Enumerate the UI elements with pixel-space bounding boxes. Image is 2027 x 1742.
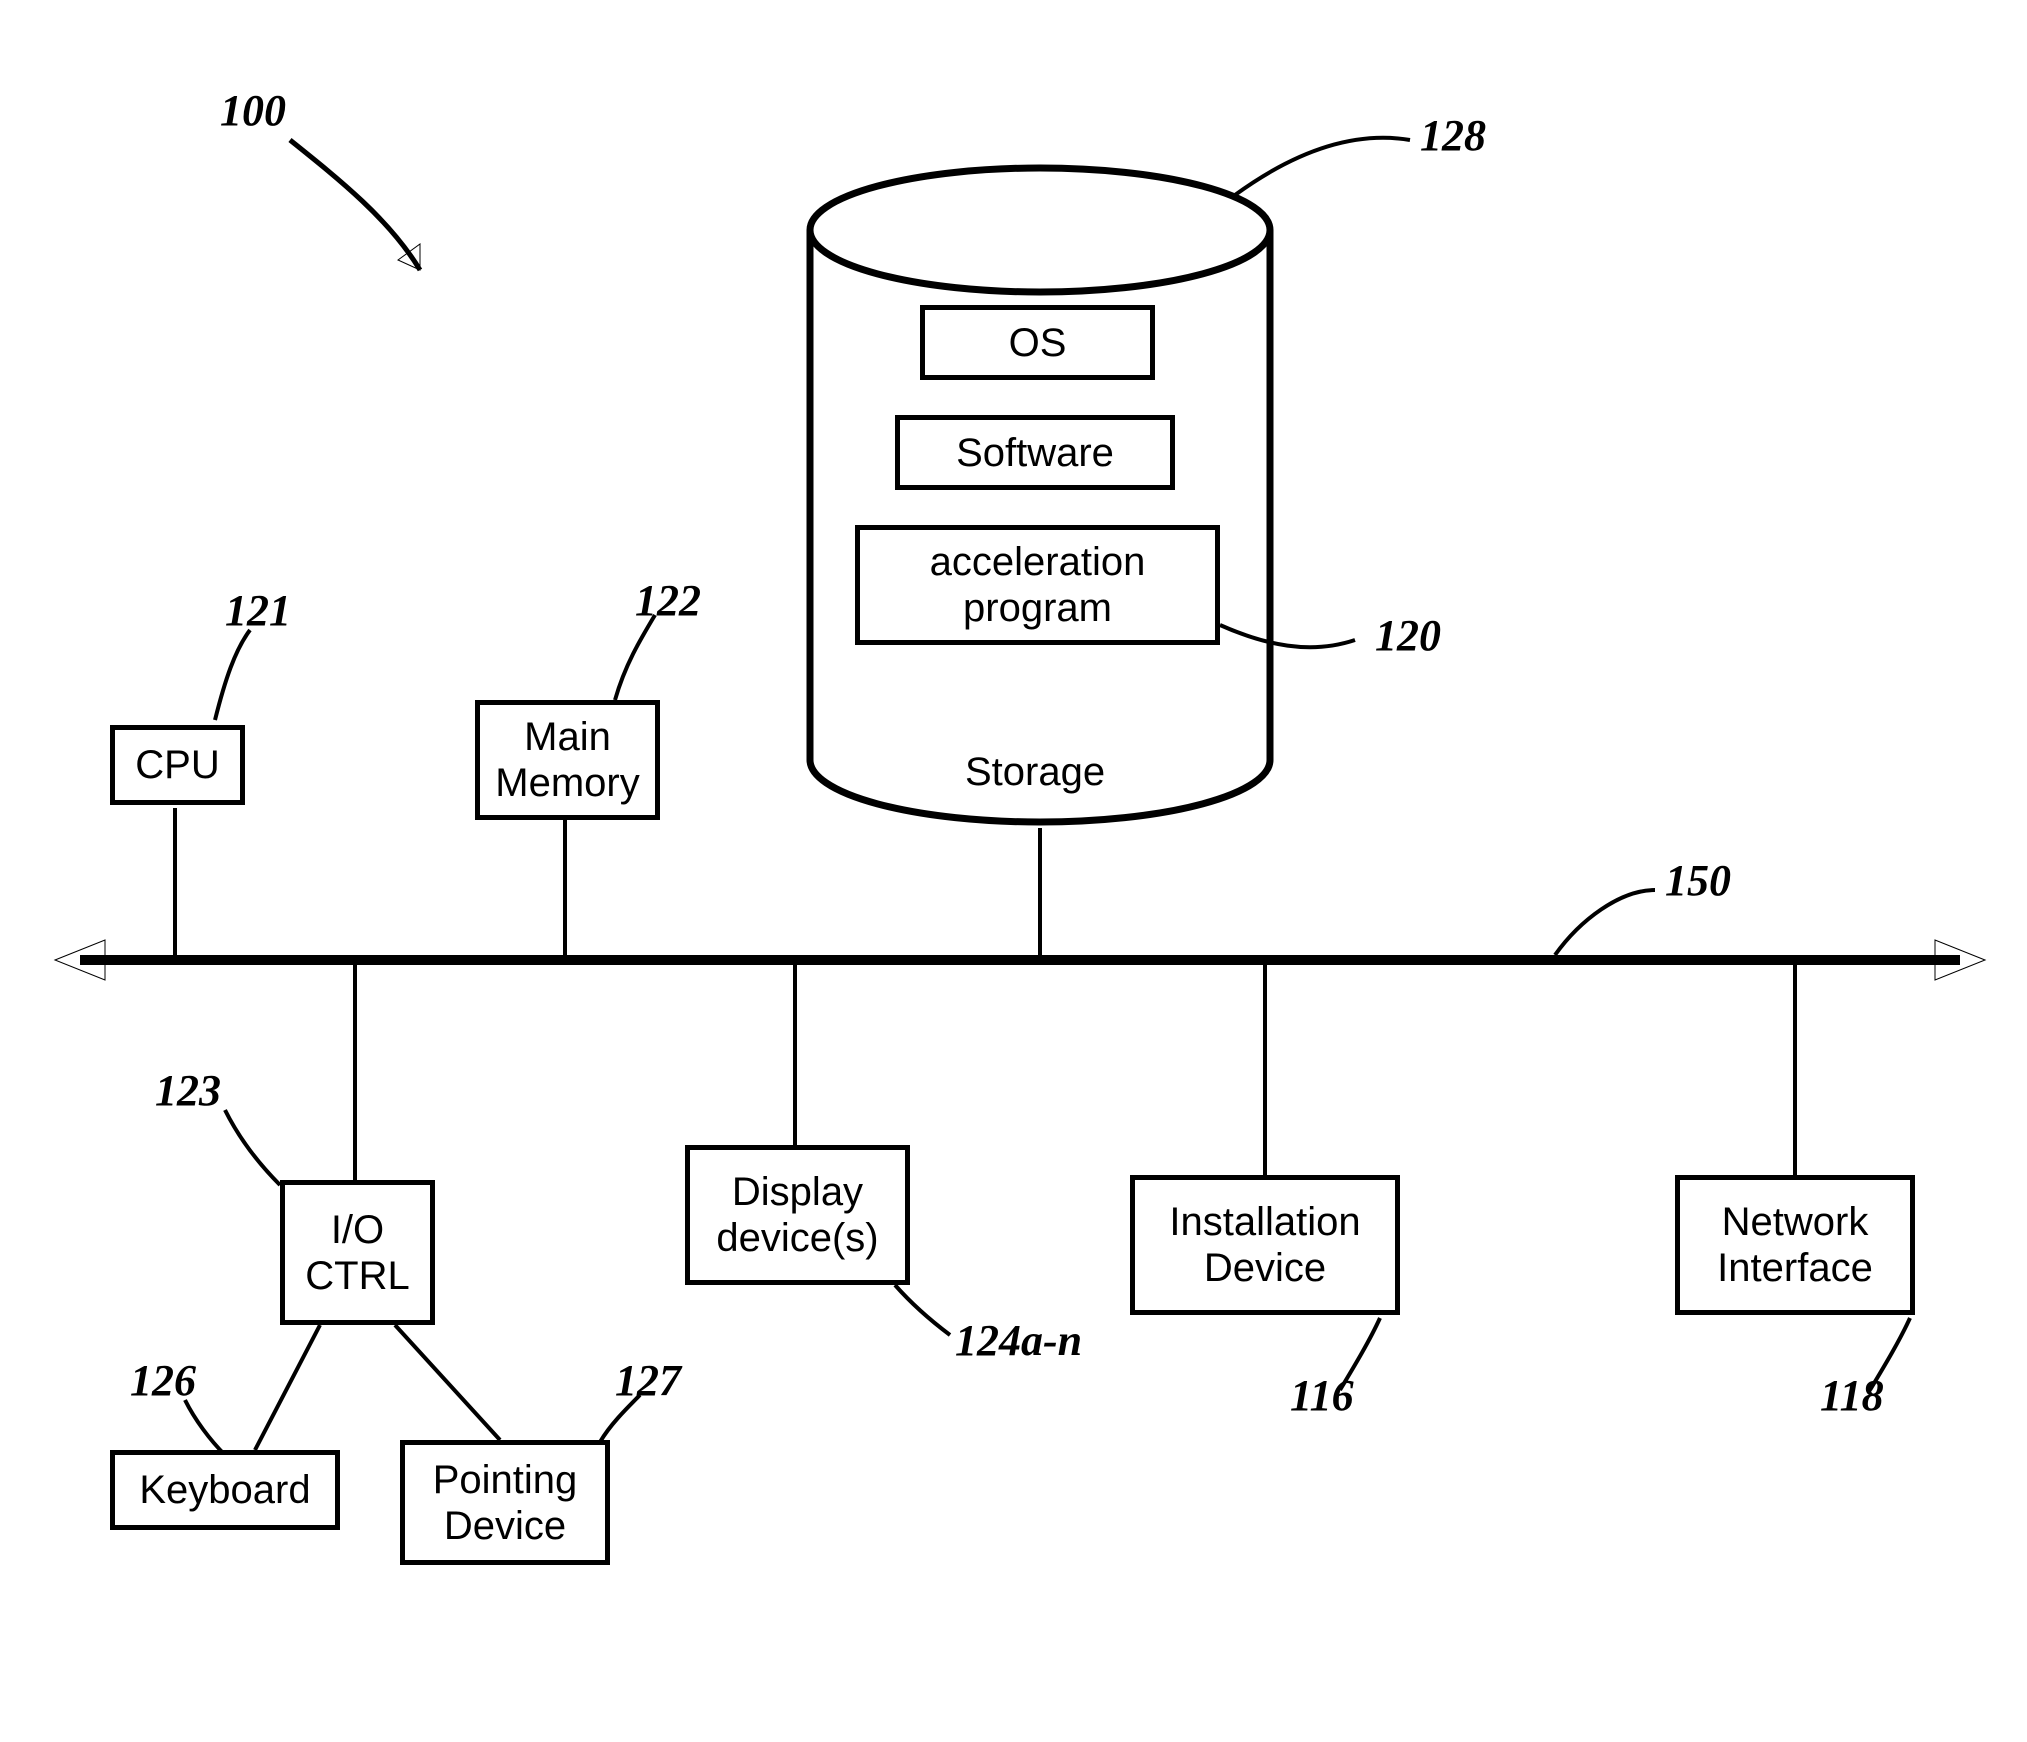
ref-128: 128 [1420,110,1486,161]
pointing-box: Pointing Device [400,1440,610,1565]
memory-label: Main Memory [495,714,639,806]
ioctrl-label: I/O CTRL [305,1207,409,1299]
ref-123: 123 [155,1065,221,1116]
display-label: Display device(s) [716,1169,878,1261]
network-label: Network Interface [1717,1199,1873,1291]
ioctrl-box: I/O CTRL [280,1180,435,1325]
storage-software-box: Software [895,415,1175,490]
ref-116: 116 [1290,1370,1354,1421]
ref-118: 118 [1820,1370,1884,1421]
ref-124an: 124a-n [955,1315,1082,1366]
ref-126: 126 [130,1355,196,1406]
install-box: Installation Device [1130,1175,1400,1315]
storage-os-label: OS [1009,320,1067,366]
ref-121: 121 [225,585,291,636]
ref-150: 150 [1665,855,1731,906]
ref-127: 127 [615,1355,681,1406]
storage-os-box: OS [920,305,1155,380]
storage-accel-label: acceleration program [930,539,1146,631]
ref-122: 122 [635,575,701,626]
keyboard-box: Keyboard [110,1450,340,1530]
ref-100: 100 [220,85,286,136]
storage-label: Storage [965,750,1105,795]
cpu-box: CPU [110,725,245,805]
display-box: Display device(s) [685,1145,910,1285]
network-box: Network Interface [1675,1175,1915,1315]
keyboard-label: Keyboard [139,1467,310,1513]
ref-120: 120 [1375,610,1441,661]
cpu-label: CPU [135,742,219,788]
install-label: Installation Device [1169,1199,1360,1291]
memory-box: Main Memory [475,700,660,820]
diagram-canvas: 100 OS Software acceleration program Sto… [0,0,2027,1742]
pointing-label: Pointing Device [433,1457,578,1549]
storage-accel-box: acceleration program [855,525,1220,645]
storage-software-label: Software [956,430,1114,476]
